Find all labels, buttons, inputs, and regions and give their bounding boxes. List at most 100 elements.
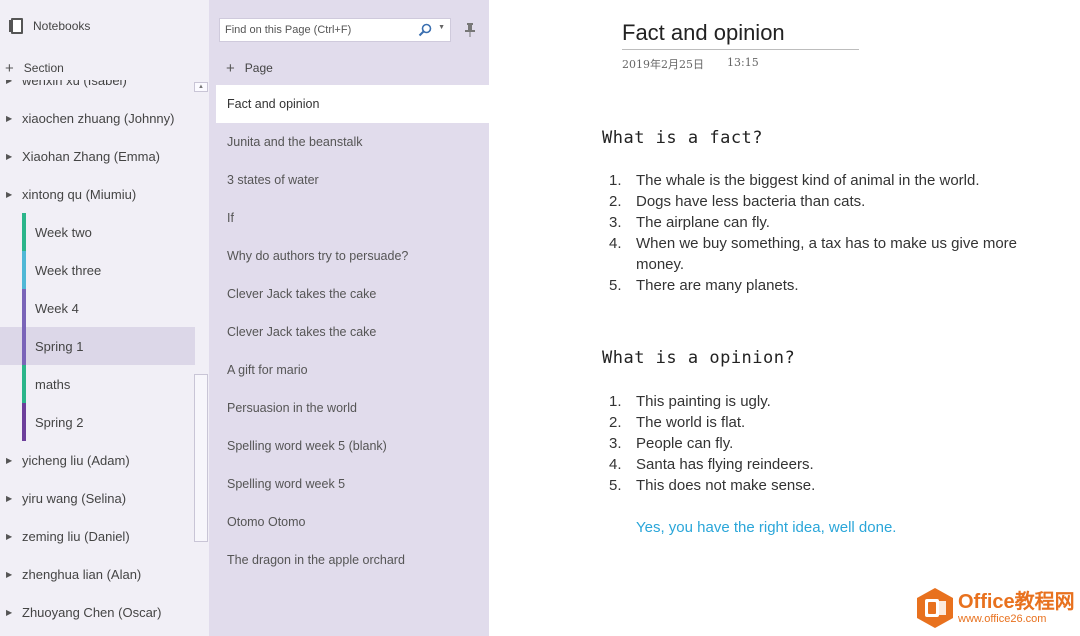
- search-icon[interactable]: [418, 23, 432, 37]
- teacher-feedback[interactable]: Yes, you have the right idea, well done.: [636, 519, 896, 536]
- page-item[interactable]: Spelling word week 5 (blank): [216, 427, 489, 465]
- section-color-bar: [22, 213, 26, 251]
- section-group[interactable]: ▶ Zhuoyang Chen (Oscar): [0, 593, 195, 631]
- section-group[interactable]: ▶ xintong qu (Miumiu): [0, 175, 195, 213]
- search-input[interactable]: [225, 24, 415, 36]
- page-item[interactable]: Junita and the beanstalk: [216, 123, 489, 161]
- section-label: zeming liu (Daniel): [22, 528, 130, 544]
- section-group[interactable]: ▶ wenxin xu (Isabel): [0, 80, 195, 99]
- page-item[interactable]: Clever Jack takes the cake: [216, 313, 489, 351]
- plus-icon: +: [226, 59, 235, 77]
- list-number: 3.: [609, 214, 622, 231]
- list-item[interactable]: 4. Santa has flying reindeers.: [609, 454, 1049, 475]
- list-text: The world is flat.: [636, 414, 746, 431]
- section-label: Zhuoyang Chen (Oscar): [22, 604, 162, 620]
- list-item[interactable]: 1. This painting is ugly.: [609, 391, 1049, 412]
- page-item[interactable]: 3 states of water: [216, 161, 489, 199]
- section-tab[interactable]: Week 4: [0, 289, 195, 327]
- sections-pane: Notebooks + Section ▶ wenxin xu (Isabel) ▶…: [0, 0, 209, 636]
- notebook-icon: [9, 17, 25, 35]
- section-group[interactable]: ▶ zhenghua lian (Alan): [0, 555, 195, 593]
- expand-arrow-icon[interactable]: ▶: [0, 570, 22, 579]
- list-item[interactable]: 4. When we buy something, a tax has to ma…: [609, 233, 1049, 275]
- list-text: This does not make sense.: [636, 477, 816, 494]
- page-item[interactable]: Spelling word week 5: [216, 465, 489, 503]
- list-text: Santa has flying reindeers.: [636, 456, 814, 473]
- section-tab[interactable]: Week two: [0, 213, 195, 251]
- watermark-logo: Office教程网 www.office26.com: [916, 586, 1076, 630]
- expand-arrow-icon[interactable]: ▶: [0, 608, 22, 617]
- section-group[interactable]: ▶ yiru wang (Selina): [0, 479, 195, 517]
- find-on-page-box[interactable]: ▼: [219, 18, 451, 42]
- page-title[interactable]: Fact and opinion: [622, 20, 859, 50]
- page-item[interactable]: Why do authors try to persuade?: [216, 237, 489, 275]
- expand-arrow-icon[interactable]: ▶: [0, 114, 22, 123]
- list-number: 3.: [609, 435, 622, 452]
- list-text: There are many planets.: [636, 277, 799, 294]
- opinions-list[interactable]: 1. This painting is ugly. 2. The world is f…: [609, 391, 1049, 496]
- section-label: wenxin xu (Isabel): [22, 80, 127, 88]
- list-number: 2.: [609, 193, 622, 210]
- section-group[interactable]: ▶ yicheng liu (Adam): [0, 441, 195, 479]
- section-tab[interactable]: Spring 1: [0, 327, 195, 365]
- pages-pane: ▼ + Page Fact and opinionJunita and the …: [209, 0, 489, 636]
- section-group[interactable]: ▶ Xiaohan Zhang (Emma): [0, 137, 195, 175]
- section-group[interactable]: ▶ xiaochen zhuang (Johnny): [0, 99, 195, 137]
- list-item[interactable]: 2. The world is flat.: [609, 412, 1049, 433]
- section-label: xiaochen zhuang (Johnny): [22, 110, 175, 126]
- list-item[interactable]: 3. People can fly.: [609, 433, 1049, 454]
- facts-list[interactable]: 1. The whale is the biggest kind of anima…: [609, 170, 1049, 296]
- chevron-down-icon[interactable]: ▼: [438, 24, 445, 31]
- list-item[interactable]: 1. The whale is the biggest kind of anima…: [609, 170, 1049, 191]
- page-date: 2019年2月25日: [622, 58, 704, 71]
- list-item[interactable]: 5. This does not make sense.: [609, 475, 1049, 496]
- notebooks-button[interactable]: Notebooks: [0, 0, 209, 52]
- expand-arrow-icon[interactable]: ▶: [0, 532, 22, 541]
- opinion-heading[interactable]: What is a opinion?: [602, 348, 795, 368]
- list-number: 5.: [609, 277, 622, 294]
- add-page-label: Page: [244, 61, 273, 75]
- page-item[interactable]: Clever Jack takes the cake: [216, 275, 489, 313]
- sections-scrollbar[interactable]: ▲: [194, 82, 208, 542]
- expand-arrow-icon[interactable]: ▶: [0, 152, 22, 161]
- scroll-up-arrow-icon[interactable]: ▲: [194, 82, 208, 92]
- list-number: 4.: [609, 235, 622, 252]
- add-section-button[interactable]: + Section: [0, 56, 209, 80]
- page-item[interactable]: Otomo Otomo: [216, 503, 489, 541]
- section-color-bar: [22, 403, 26, 441]
- section-label: yicheng liu (Adam): [22, 452, 130, 468]
- list-item[interactable]: 2. Dogs have less bacteria than cats.: [609, 191, 1049, 212]
- page-item[interactable]: Fact and opinion: [216, 85, 489, 123]
- pin-icon[interactable]: [464, 22, 476, 38]
- page-item[interactable]: Persuasion in the world: [216, 389, 489, 427]
- page-item[interactable]: The dragon in the apple orchard: [216, 541, 489, 579]
- list-number: 1.: [609, 172, 622, 189]
- fact-heading[interactable]: What is a fact?: [602, 128, 763, 148]
- list-item[interactable]: 5. There are many planets.: [609, 275, 1049, 296]
- section-tab[interactable]: Week three: [0, 251, 195, 289]
- add-section-label: Section: [23, 61, 64, 75]
- section-label: xintong qu (Miumiu): [22, 186, 137, 202]
- notebooks-label: Notebooks: [33, 19, 91, 33]
- scroll-thumb[interactable]: [194, 374, 208, 542]
- section-list: ▶ wenxin xu (Isabel) ▶ xiaochen zhuang (Joh…: [0, 80, 195, 636]
- section-tab[interactable]: maths: [0, 365, 195, 403]
- section-label: Week three: [35, 262, 102, 278]
- section-label: Spring 1: [35, 338, 84, 354]
- expand-arrow-icon[interactable]: ▶: [0, 494, 22, 503]
- section-tab[interactable]: Spring 2: [0, 403, 195, 441]
- page-item[interactable]: If: [216, 199, 489, 237]
- expand-arrow-icon[interactable]: ▶: [0, 456, 22, 465]
- section-label: Spring 2: [35, 414, 84, 430]
- list-number: 1.: [609, 393, 622, 410]
- section-label: Week two: [35, 224, 92, 240]
- note-canvas[interactable]: Fact and opinion 2019年2月25日 13:15 What i…: [489, 0, 1080, 636]
- add-page-button[interactable]: + Page: [209, 56, 489, 80]
- list-item[interactable]: 3. The airplane can fly.: [609, 212, 1049, 233]
- section-group[interactable]: ▶ zeming liu (Daniel): [0, 517, 195, 555]
- expand-arrow-icon[interactable]: ▶: [0, 80, 22, 85]
- section-color-bar: [22, 251, 26, 289]
- section-label: yiru wang (Selina): [22, 490, 127, 506]
- expand-arrow-icon[interactable]: ▶: [0, 190, 22, 199]
- page-item[interactable]: A gift for mario: [216, 351, 489, 389]
